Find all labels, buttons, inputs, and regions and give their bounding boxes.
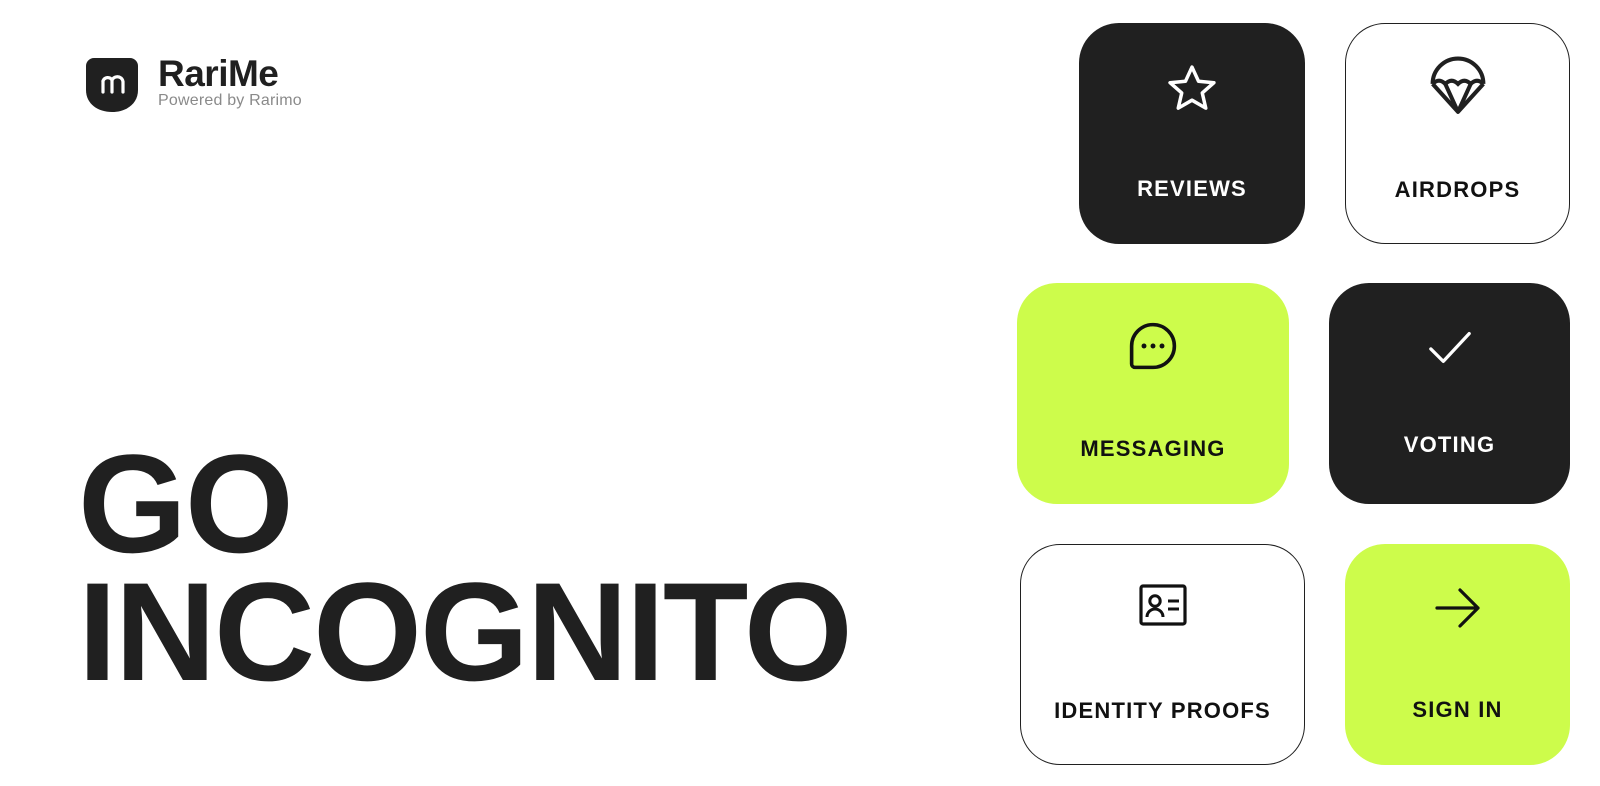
hero-headline: GO INCOGNITO bbox=[78, 425, 853, 710]
chat-bubble-icon bbox=[1129, 322, 1177, 370]
star-icon bbox=[1168, 65, 1216, 110]
brand-name: RariMe bbox=[158, 53, 279, 94]
reviews-tile[interactable]: REVIEWS bbox=[1079, 23, 1305, 244]
messaging-tile[interactable]: MESSAGING bbox=[1017, 283, 1289, 504]
id-card-icon bbox=[1138, 584, 1187, 626]
arrow-right-icon bbox=[1434, 588, 1480, 628]
messaging-label: MESSAGING bbox=[1080, 436, 1226, 461]
check-icon bbox=[1428, 331, 1471, 364]
sign-in-label: SIGN IN bbox=[1412, 697, 1503, 722]
airdrops-tile[interactable]: AIRDROPS bbox=[1345, 23, 1570, 244]
rarime-logo-icon bbox=[86, 58, 138, 112]
voting-label: VOTING bbox=[1403, 432, 1496, 457]
brand-subtitle: Powered by Rarimo bbox=[158, 92, 302, 109]
identity-proofs-tile[interactable]: IDENTITY PROOFS bbox=[1020, 544, 1305, 765]
headline-line-2: INCOGNITO bbox=[78, 553, 853, 710]
airdrops-label: AIRDROPS bbox=[1394, 177, 1521, 202]
identity-proofs-label: IDENTITY PROOFS bbox=[1054, 698, 1271, 723]
brand-header: RariMe Powered by Rarimo bbox=[84, 54, 302, 114]
voting-tile[interactable]: VOTING bbox=[1329, 283, 1570, 504]
reviews-label: REVIEWS bbox=[1137, 176, 1247, 201]
headline-line-1: GO bbox=[78, 425, 294, 582]
brand-text: RariMe Powered by Rarimo bbox=[158, 54, 302, 111]
sign-in-tile[interactable]: SIGN IN bbox=[1345, 544, 1570, 765]
parachute-icon bbox=[1430, 56, 1485, 114]
